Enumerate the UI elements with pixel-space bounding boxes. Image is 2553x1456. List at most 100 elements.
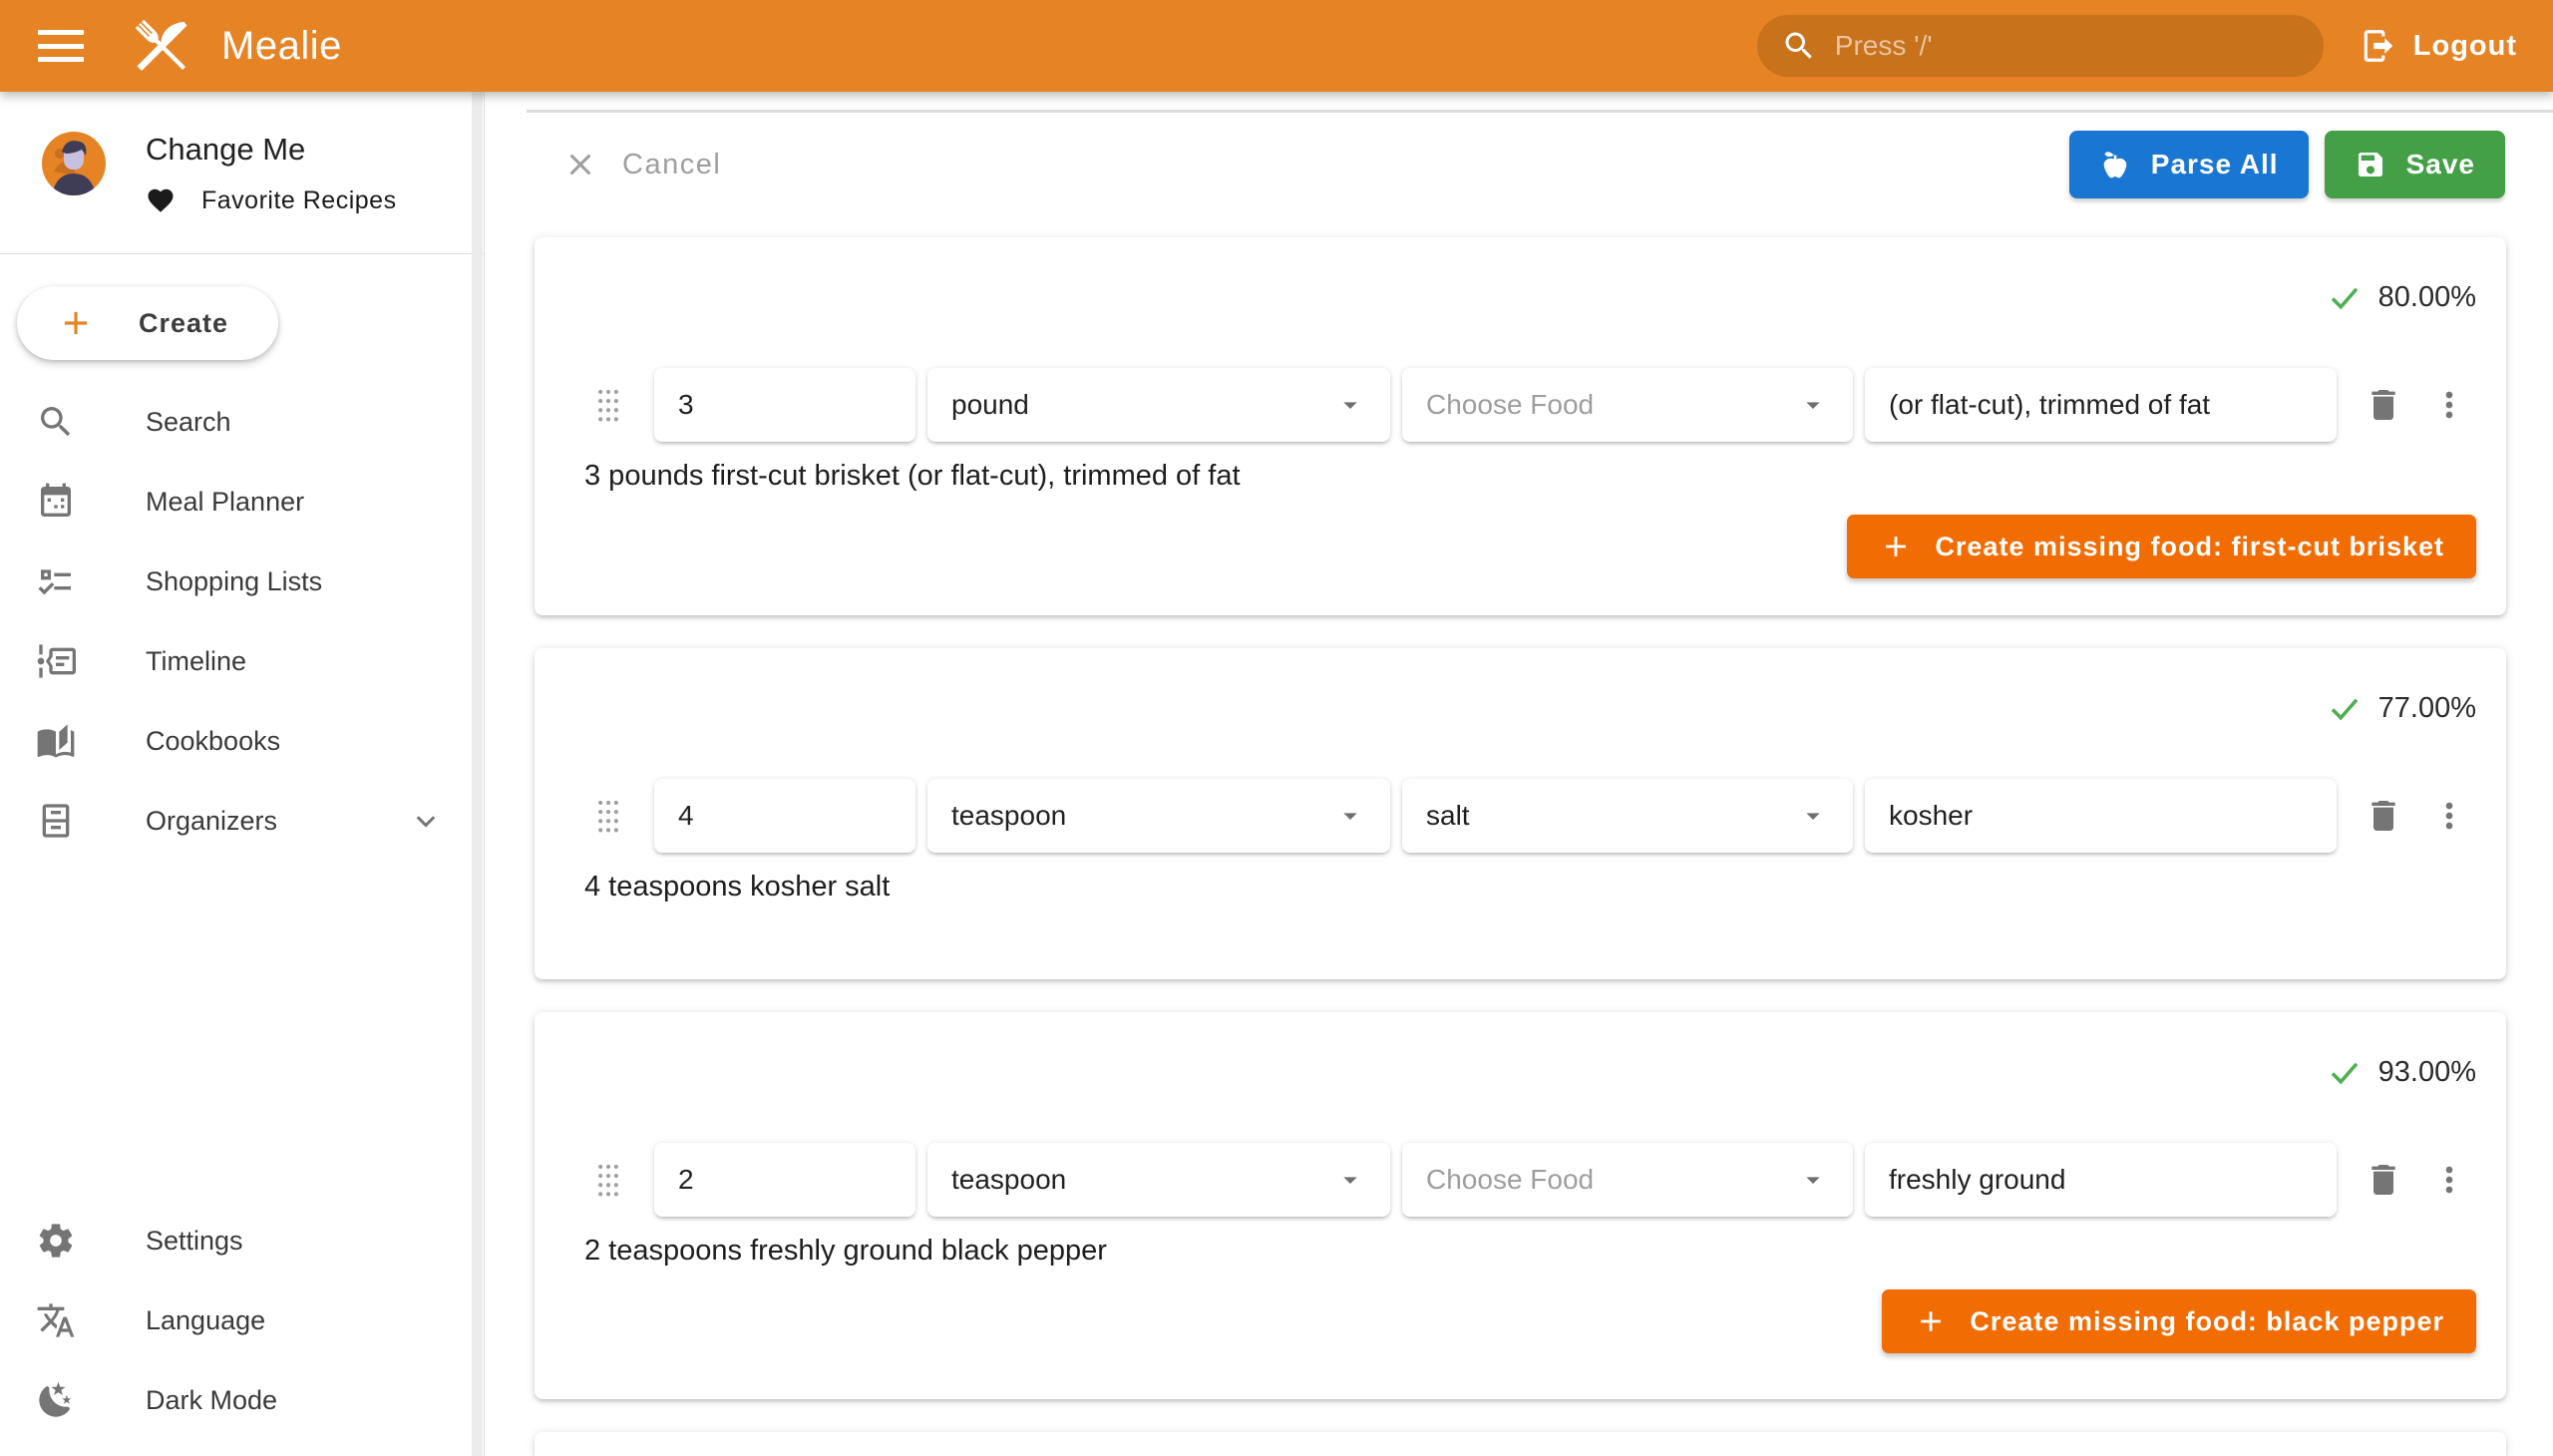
- sidebar: Change Me Favorite Recipes Create Search…: [0, 92, 485, 1456]
- menu-down-icon: [1334, 1164, 1366, 1196]
- food-placeholder: Choose Food: [1426, 389, 1594, 421]
- sidebar-item-cookbooks[interactable]: Cookbooks: [0, 701, 484, 781]
- confidence-indicator: 77.00%: [564, 648, 2476, 730]
- toolbar-actions: Parse All Save: [2069, 131, 2505, 198]
- sidebar-spacer: [0, 861, 484, 1179]
- silverware-crossed-logo-icon: [126, 10, 197, 82]
- search-input[interactable]: [1835, 30, 2300, 62]
- more-options-button[interactable]: [2422, 378, 2476, 432]
- sidebar-item-label: Shopping Lists: [146, 566, 322, 597]
- app-title: Mealie: [221, 24, 342, 69]
- create-missing-food-button[interactable]: Create missing food: black pepper: [1882, 1289, 2476, 1353]
- food-select[interactable]: Choose Food: [1402, 368, 1853, 442]
- magnify-icon: [1781, 28, 1817, 64]
- sidebar-scrollbar[interactable]: [472, 92, 483, 1456]
- menu-down-icon: [1797, 800, 1829, 832]
- quantity-input[interactable]: [654, 779, 915, 853]
- sidebar-item-label: Language: [146, 1305, 265, 1336]
- food-select[interactable]: Choose Food: [1402, 1143, 1853, 1217]
- note-input[interactable]: [1865, 1143, 2337, 1217]
- food-select[interactable]: salt: [1402, 779, 1853, 853]
- more-options-button[interactable]: [2422, 789, 2476, 843]
- translate-icon: [36, 1300, 76, 1340]
- save-button[interactable]: Save: [2325, 131, 2505, 198]
- plus-icon: [1914, 1304, 1948, 1338]
- menu-down-icon: [1334, 800, 1366, 832]
- create-missing-label: Create missing food: black pepper: [1970, 1306, 2444, 1337]
- drag-handle-icon[interactable]: [594, 388, 622, 422]
- list-checks-icon: [36, 561, 76, 601]
- sidebar-item-settings[interactable]: Settings: [0, 1201, 484, 1280]
- sidebar-item-meal-planner[interactable]: Meal Planner: [0, 462, 484, 542]
- original-ingredient-text: 2 teaspoons freshly ground black pepper: [584, 1235, 2476, 1268]
- ingredient-fields-row: pound Choose Food: [564, 368, 2476, 442]
- avatar: [42, 132, 106, 195]
- user-profile[interactable]: Change Me Favorite Recipes: [0, 92, 484, 215]
- sidebar-item-label: Search: [146, 407, 231, 438]
- moon-stars-icon: [36, 1380, 76, 1420]
- note-input[interactable]: [1865, 779, 2337, 853]
- original-ingredient-text: 3 pounds first-cut brisket (or flat-cut)…: [584, 460, 2476, 493]
- sidebar-item-timeline[interactable]: Timeline: [0, 621, 484, 701]
- delete-ingredient-button[interactable]: [2357, 378, 2410, 432]
- sidebar-divider: [0, 253, 484, 254]
- sidebar-item-search[interactable]: Search: [0, 382, 484, 462]
- delete-ingredient-button[interactable]: [2357, 789, 2410, 843]
- confidence-indicator: 93.00%: [564, 1012, 2476, 1094]
- create-button-label: Create: [139, 308, 228, 339]
- hamburger-menu-icon[interactable]: [38, 30, 84, 62]
- cancel-label: Cancel: [622, 149, 721, 182]
- timeline-icon: [36, 641, 76, 681]
- menu-down-icon: [1797, 389, 1829, 421]
- create-missing-food-button[interactable]: Create missing food: first-cut brisket: [1847, 515, 2476, 578]
- top-app-bar: Mealie Logout: [0, 0, 2553, 92]
- create-button[interactable]: Create: [17, 286, 278, 360]
- trash-icon: [2364, 796, 2403, 836]
- ingredient-fields-row: teaspoon Choose Food: [564, 1143, 2476, 1217]
- menu-down-icon: [1334, 389, 1366, 421]
- create-missing-row: Create missing food: black pepper: [564, 1289, 2476, 1353]
- favorite-recipes-link[interactable]: Favorite Recipes: [146, 185, 397, 215]
- logout-label: Logout: [2413, 30, 2517, 63]
- original-ingredient-text: 4 teaspoons kosher salt: [584, 871, 2476, 904]
- apple-icon: [2099, 149, 2131, 181]
- drag-handle-icon[interactable]: [594, 799, 622, 833]
- parse-all-button[interactable]: Parse All: [2069, 131, 2309, 198]
- delete-ingredient-button[interactable]: [2357, 1153, 2410, 1207]
- note-input[interactable]: [1865, 368, 2337, 442]
- sidebar-bottom-nav: Settings Language Dark Mode: [0, 1201, 484, 1440]
- close-icon: [562, 147, 598, 182]
- unit-select[interactable]: pound: [927, 368, 1390, 442]
- search-bar[interactable]: [1757, 15, 2324, 77]
- more-options-button[interactable]: [2422, 1153, 2476, 1207]
- unit-value: teaspoon: [951, 1164, 1066, 1196]
- ingredient-card: 80.00% pound Choose Food: [535, 237, 2506, 615]
- sidebar-item-shopping-lists[interactable]: Shopping Lists: [0, 542, 484, 621]
- confidence-value: 80.00%: [2378, 281, 2476, 314]
- content-top-divider: [527, 110, 2553, 113]
- confidence-value: 93.00%: [2378, 1056, 2476, 1089]
- book-open-icon: [36, 721, 76, 761]
- logout-button[interactable]: Logout: [2360, 27, 2517, 65]
- sidebar-item-dark-mode[interactable]: Dark Mode: [0, 1360, 484, 1440]
- cog-icon: [36, 1221, 76, 1261]
- drag-handle-icon[interactable]: [594, 1163, 622, 1197]
- check-icon: [2327, 279, 2363, 315]
- sidebar-item-label: Meal Planner: [146, 487, 304, 518]
- food-value: salt: [1426, 800, 1470, 832]
- chevron-down-icon[interactable]: [408, 803, 444, 839]
- trash-icon: [2364, 1160, 2403, 1200]
- sidebar-nav: Search Meal Planner Shopping Lists Timel…: [0, 382, 484, 861]
- unit-select[interactable]: teaspoon: [927, 779, 1390, 853]
- sidebar-item-organizers[interactable]: Organizers: [0, 781, 484, 861]
- quantity-input[interactable]: [654, 1143, 915, 1217]
- parser-toolbar: Cancel Parse All Save: [562, 131, 2505, 198]
- check-icon: [2327, 690, 2363, 726]
- unit-select[interactable]: teaspoon: [927, 1143, 1390, 1217]
- confidence-indicator: 80.00%: [564, 237, 2476, 319]
- sidebar-item-language[interactable]: Language: [0, 1280, 484, 1360]
- quantity-input[interactable]: [654, 368, 915, 442]
- cancel-button[interactable]: Cancel: [562, 147, 721, 182]
- sidebar-item-label: Organizers: [146, 806, 277, 837]
- unit-value: teaspoon: [951, 800, 1066, 832]
